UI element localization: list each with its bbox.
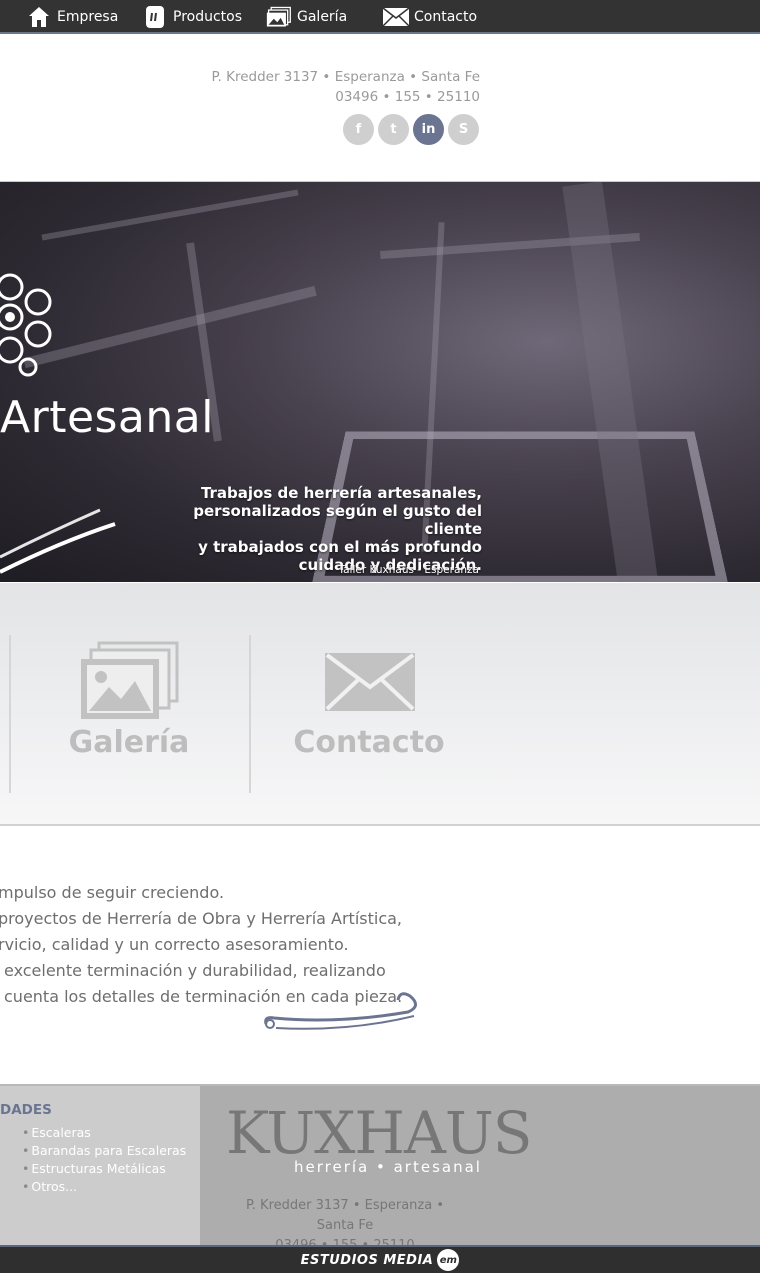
nav-item-empresa[interactable]: Empresa: [26, 0, 118, 34]
hero-decoration: [41, 189, 299, 241]
nav-item-productos[interactable]: Productos: [142, 0, 242, 34]
home-icon: [26, 4, 52, 30]
hero-text-line: y trabajados con el más profundo: [198, 538, 482, 556]
page: Empresa Productos Galería Contacto P. Kr…: [0, 0, 760, 1273]
hero-banner: Artesanal Trabajos de herrería artesanal…: [0, 181, 760, 582]
facebook-icon[interactable]: f: [343, 114, 374, 145]
social-links: f t in S: [343, 114, 479, 145]
service-link[interactable]: Estructuras Metálicas: [22, 1160, 186, 1178]
ornament-scroll-icon: [0, 508, 116, 574]
credit-logo: em: [437, 1249, 460, 1271]
gallery-icon: [81, 641, 179, 719]
flourish-ornament-icon: [264, 992, 417, 1030]
mail-icon: [325, 653, 415, 711]
services-list: Escaleras Barandas para Escaleras Estruc…: [22, 1124, 186, 1196]
hero-text-line: personalizados según el gusto del client…: [193, 502, 482, 538]
footer-address: P. Kredder 3137 • Esperanza • Santa Fe: [245, 1198, 445, 1233]
nav-label: Productos: [173, 9, 243, 25]
brand-logo: KUXHAUS herrería • artesanal: [226, 1099, 533, 1176]
tile-divider: [249, 635, 251, 793]
service-link[interactable]: Escaleras: [22, 1124, 186, 1142]
tile-label: Galería: [68, 725, 190, 760]
hero-signature: Taller Kuxhaus - Esperanza: [338, 564, 479, 576]
header-phone: 03496 • 155 • 25110: [335, 89, 480, 105]
tile-label: Contacto: [293, 725, 445, 760]
nav-item-contacto[interactable]: Contacto: [383, 0, 477, 34]
mail-icon: [383, 4, 409, 30]
about-line: mpulso de seguir creciendo.: [0, 883, 225, 902]
brand-name: KUXHAUS: [226, 1099, 533, 1167]
about-line: proyectos de Herrería de Obra y Herrería…: [0, 909, 403, 928]
skype-icon[interactable]: S: [448, 114, 479, 145]
flower-ornament-icon: [0, 273, 52, 377]
header-address: P. Kredder 3137 • Esperanza • Santa Fe: [211, 69, 480, 85]
services-title: DADES: [0, 1102, 52, 1118]
about-line: rvicio, calidad y un correcto asesoramie…: [0, 935, 349, 954]
top-nav: Empresa Productos Galería Contacto: [0, 0, 760, 34]
twitter-icon[interactable]: t: [378, 114, 409, 145]
tile-contacto[interactable]: Contacto: [259, 633, 479, 763]
hero-text-line: Trabajos de herrería artesanales,: [200, 484, 482, 502]
quick-links: Galería Contacto: [0, 583, 760, 826]
service-link[interactable]: Otros...: [22, 1178, 186, 1196]
hero-title: Artesanal: [0, 392, 214, 443]
nav-label: Galería: [297, 9, 348, 25]
credit-bar: ESTUDIOS MEDIA em: [0, 1245, 760, 1273]
tile-galeria[interactable]: Galería: [19, 633, 239, 763]
linkedin-icon[interactable]: in: [413, 114, 444, 145]
footer-brand: KUXHAUS herrería • artesanal P. Kredder …: [200, 1084, 760, 1253]
service-link[interactable]: Barandas para Escaleras: [22, 1142, 186, 1160]
about-line: excelente terminación y durabilidad, rea…: [4, 961, 386, 980]
header-contact: P. Kredder 3137 • Esperanza • Santa Fe 0…: [211, 67, 480, 107]
nav-item-galeria[interactable]: Galería: [266, 0, 347, 34]
credit-link[interactable]: ESTUDIOS MEDIA: [301, 1253, 434, 1268]
hero-text: Trabajos de herrería artesanales, person…: [152, 484, 482, 574]
nav-label: Empresa: [57, 9, 119, 25]
nav-label: Contacto: [414, 9, 478, 25]
footer-services: DADES Escaleras Barandas para Escaleras …: [0, 1084, 200, 1245]
products-icon: [142, 4, 168, 30]
gallery-icon: [266, 4, 292, 30]
tile-divider: [9, 635, 11, 793]
